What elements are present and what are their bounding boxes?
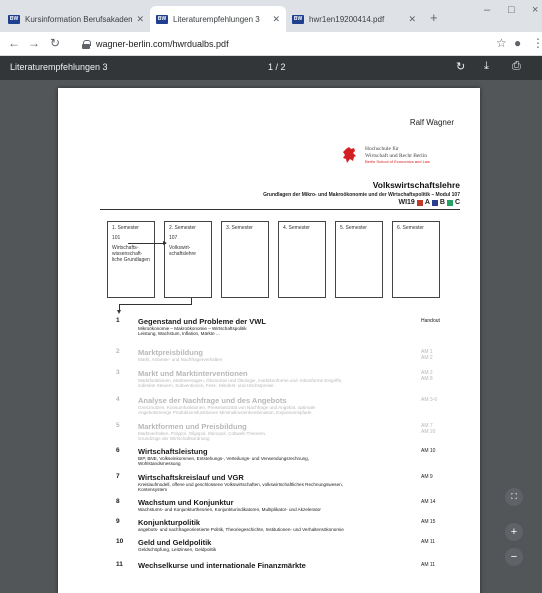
topic-details: Grenznutzen, Konsumfunktionen, Preiselas… bbox=[138, 405, 316, 416]
semester-box: 2. Semester 107 Volkswirt-schaftslehre bbox=[164, 221, 212, 298]
topic-reference: AM 1 AM 2 bbox=[421, 349, 433, 361]
topic-number: 3 bbox=[116, 369, 120, 376]
course-title: Volkswirtschaftslehre bbox=[372, 180, 460, 190]
topic-reference: AM 9 bbox=[421, 474, 433, 480]
profile-icon[interactable]: ● bbox=[514, 36, 521, 50]
semester-box: 1. Semester 101 Wirtschafts-wissenschaft… bbox=[107, 221, 155, 298]
topic-number: 5 bbox=[116, 422, 120, 429]
close-tab-icon[interactable]: ✕ bbox=[272, 14, 280, 25]
close-tab-icon[interactable]: ✕ bbox=[408, 14, 416, 25]
topic-number: 1 bbox=[116, 317, 120, 324]
fit-page-button[interactable]: ⛶ bbox=[505, 488, 523, 506]
topic-number: 9 bbox=[116, 518, 120, 525]
tab-title: hwr1en19200414.pdf bbox=[309, 14, 385, 24]
topic-heading: Wirtschaftsleistung bbox=[138, 447, 208, 456]
connector-arrow bbox=[128, 241, 167, 245]
tab-strip: BW Kursinformation Berufsakademie ✕ BW L… bbox=[0, 0, 542, 32]
topic-reference: AM 7 AM 20 bbox=[421, 423, 436, 435]
connector-arrow bbox=[117, 304, 121, 314]
download-icon[interactable]: ⤓ bbox=[484, 60, 489, 73]
menu-icon[interactable]: ⋮ bbox=[532, 36, 542, 50]
reload-icon[interactable]: ↻ bbox=[50, 36, 60, 50]
topic-number: 6 bbox=[116, 447, 120, 454]
semester-box: 6. Semester bbox=[392, 221, 440, 298]
url-field[interactable]: wagner-berlin.com/hwrdualbs.pdf bbox=[82, 35, 482, 53]
color-square bbox=[416, 199, 423, 206]
tab-title: Literaturempfehlungen 3 bbox=[173, 14, 260, 24]
topic-details: Wachstums- und Konjunkturtheorien, Konju… bbox=[138, 507, 321, 512]
topic-heading: Analyse der Nachfrage und des Angebots bbox=[138, 396, 287, 405]
topic-number: 4 bbox=[116, 396, 120, 403]
favicon-icon: BW bbox=[292, 14, 304, 24]
topic-heading: Konjunkturpolitik bbox=[138, 518, 201, 527]
back-icon[interactable]: ← bbox=[8, 36, 20, 50]
topic-reference: AM 11 bbox=[421, 539, 436, 545]
topic-reference: AM 15 bbox=[421, 519, 436, 525]
school-name: Hochschule für Wirtschaft und Recht Berl… bbox=[365, 146, 430, 164]
tab-kursinformation[interactable]: BW Kursinformation Berufsakademie ✕ bbox=[2, 6, 150, 32]
topic-heading: Wechselkurse und internationale Finanzmä… bbox=[138, 561, 306, 570]
tab-title: Kursinformation Berufsakademie bbox=[25, 14, 133, 24]
topic-reference: AM 14 bbox=[421, 499, 436, 505]
minimize-button[interactable]: – bbox=[484, 4, 490, 16]
favicon-icon: BW bbox=[8, 14, 20, 24]
topic-details: Kreislaufmodell, offene und geschlossene… bbox=[138, 482, 343, 493]
topic-details: angebots- und nachfrageorientierte Polit… bbox=[138, 527, 344, 532]
semester-box: 5. Semester bbox=[335, 221, 383, 298]
tab-literaturempfehlungen[interactable]: BW Literaturempfehlungen 3 ✕ bbox=[150, 6, 286, 32]
new-tab-button[interactable]: + bbox=[430, 10, 438, 25]
topic-details: Mikroökonomie – Makroökonomie – Wirtscha… bbox=[138, 326, 247, 337]
topic-details: Geldschöpfung, Leitzinsen, Geldpolitik bbox=[138, 547, 217, 552]
topic-details: BIP, BNE, Volkseinkommen, Entstehungs-, … bbox=[138, 456, 310, 467]
forward-icon[interactable]: → bbox=[28, 36, 40, 50]
bookmark-star-icon[interactable]: ☆ bbox=[496, 36, 507, 50]
zoom-out-button[interactable]: − bbox=[505, 548, 523, 566]
hwr-bear-logo-icon bbox=[343, 147, 356, 163]
topic-number: 11 bbox=[116, 561, 123, 568]
divider bbox=[100, 209, 460, 210]
maximize-button[interactable]: □ bbox=[508, 4, 515, 16]
topic-reference: AM 3-6 bbox=[421, 397, 438, 403]
close-window-button[interactable]: × bbox=[532, 4, 538, 16]
topic-details: Markt, Anbieter- und Nachfragerverhalten bbox=[138, 357, 223, 362]
page-indicator: 1 / 2 bbox=[268, 62, 286, 72]
course-subtitle: Grundlagen der Mikro- und Makroökonomie … bbox=[263, 192, 460, 198]
author-name: Ralf Wagner bbox=[409, 118, 454, 127]
topic-heading: Marktpreisbildung bbox=[138, 348, 204, 357]
pdf-page: Ralf Wagner Hochschule für Wirtschaft un… bbox=[58, 88, 480, 593]
topic-reference: Handout bbox=[421, 318, 440, 324]
pdf-title: Literaturempfehlungen 3 bbox=[10, 62, 108, 72]
group-codes: WI19 A B C bbox=[398, 199, 460, 206]
url-text: wagner-berlin.com/hwrdualbs.pdf bbox=[96, 39, 229, 49]
topic-heading: Geld und Geldpolitik bbox=[138, 538, 212, 547]
topic-heading: Wachstum und Konjunktur bbox=[138, 498, 234, 507]
semester-box: 4. Semester bbox=[278, 221, 326, 298]
topic-number: 10 bbox=[116, 538, 124, 545]
close-tab-icon[interactable]: ✕ bbox=[136, 14, 144, 25]
topic-number: 7 bbox=[116, 473, 120, 480]
topic-reference: AM 2 AM 8 bbox=[421, 370, 433, 382]
topic-details: Marktfunktionen, Marktversagen, Ökonomie… bbox=[138, 378, 343, 389]
topic-details: Marktverhalten, Polypol, Oligopol, Monop… bbox=[138, 431, 267, 442]
address-bar: ← → ↻ wagner-berlin.com/hwrdualbs.pdf ☆ … bbox=[0, 32, 542, 56]
semester-box: 3. Semester bbox=[221, 221, 269, 298]
topic-heading: Wirtschaftskreislauf und VGR bbox=[138, 473, 244, 482]
topic-heading: Markt und Marktinterventionen bbox=[138, 369, 248, 378]
topic-heading: Marktformen und Preisbildung bbox=[138, 422, 247, 431]
topic-number: 8 bbox=[116, 498, 120, 505]
lock-icon bbox=[82, 39, 91, 49]
pdf-toolbar: Literaturempfehlungen 3 1 / 2 ↻ ⤓ ⎙ bbox=[0, 56, 542, 80]
color-square bbox=[446, 199, 453, 206]
topic-heading: Gegenstand und Probleme der VWL bbox=[138, 317, 266, 326]
color-square bbox=[431, 199, 438, 206]
tab-pdf[interactable]: BW hwr1en19200414.pdf ✕ bbox=[286, 6, 422, 32]
zoom-in-button[interactable]: + bbox=[505, 523, 523, 541]
topic-reference: AM 11 bbox=[421, 562, 436, 568]
topic-number: 2 bbox=[116, 348, 120, 355]
favicon-icon: BW bbox=[156, 14, 168, 24]
print-icon[interactable]: ⎙ bbox=[512, 60, 521, 73]
rotate-icon[interactable]: ↻ bbox=[456, 60, 465, 73]
topic-reference: AM 10 bbox=[421, 448, 436, 454]
connector-line bbox=[119, 304, 192, 305]
